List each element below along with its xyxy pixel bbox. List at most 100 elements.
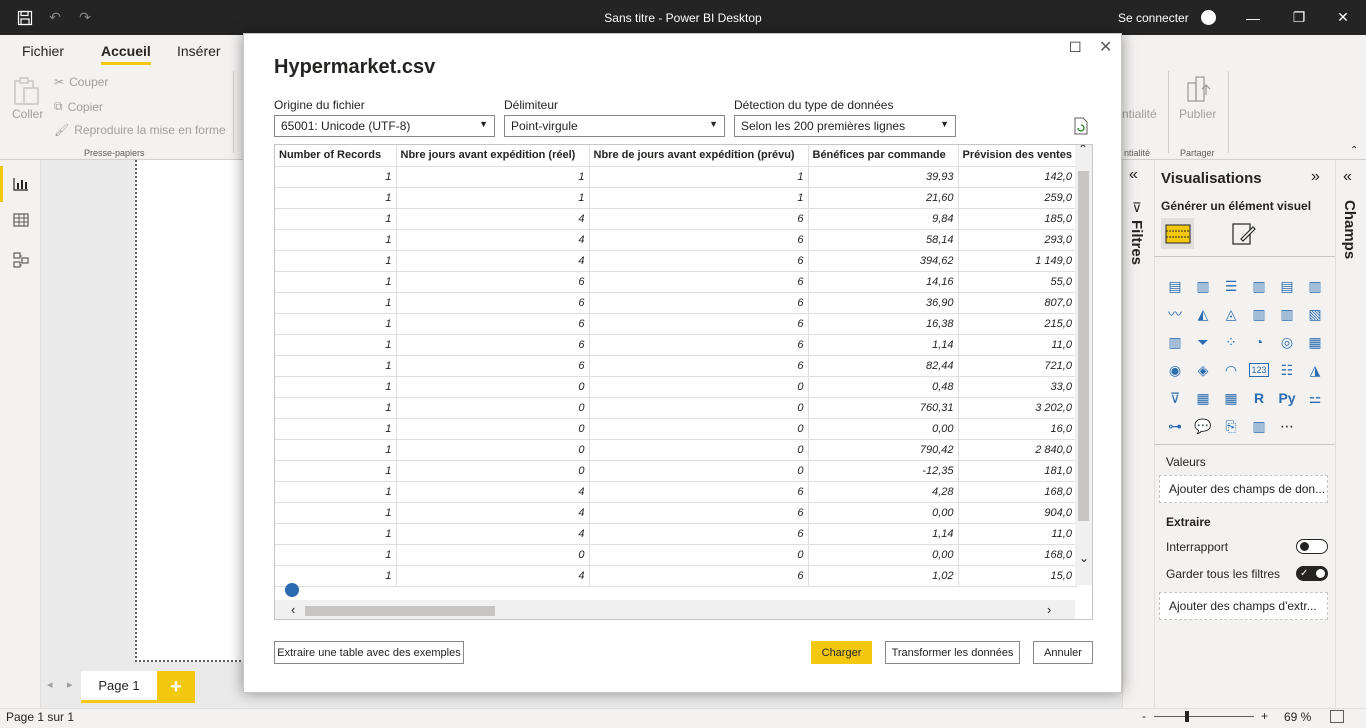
horizontal-scroll-thumb[interactable]	[305, 606, 495, 616]
smart-narrative-icon[interactable]: ▥	[1245, 412, 1273, 440]
next-page-icon[interactable]: ▸	[67, 678, 73, 691]
scroll-up-icon[interactable]: ⌃	[1078, 145, 1088, 156]
data-view-icon[interactable]	[10, 209, 32, 231]
publish-button[interactable]: Publier	[1179, 107, 1216, 121]
file-origin-select[interactable]: 65001: Unicode (UTF-8) ▼	[274, 115, 495, 137]
table-cell: 36,90	[808, 292, 959, 314]
zoom-slider-thumb[interactable]	[1185, 711, 1189, 722]
paste-button[interactable]: Coller	[12, 107, 43, 121]
fields-pane[interactable]: « Champs	[1335, 160, 1366, 708]
waterfall-chart-icon[interactable]: ▥	[1161, 328, 1189, 356]
vertical-scrollbar[interactable]: ⌃	[1075, 145, 1092, 585]
matrix-icon[interactable]: ▦	[1217, 384, 1245, 412]
scatter-chart-icon[interactable]: ⁘	[1217, 328, 1245, 356]
map-icon[interactable]: ◉	[1161, 356, 1189, 384]
scroll-right-icon[interactable]: ›	[1047, 602, 1051, 617]
close-window-icon[interactable]: ✕	[1320, 0, 1366, 35]
ribbon-chart-icon[interactable]: ▧	[1301, 300, 1329, 328]
paginated-report-icon[interactable]: ⎘	[1217, 412, 1245, 440]
keep-filters-toggle[interactable]: ✓	[1296, 566, 1328, 581]
table-cell: 168,0	[958, 481, 1077, 503]
donut-chart-icon[interactable]: ◎	[1273, 328, 1301, 356]
drillthrough-drop-well[interactable]: Ajouter des champs d'extr...	[1159, 592, 1328, 620]
filled-map-icon[interactable]: ◈	[1189, 356, 1217, 384]
stacked-column-chart-icon[interactable]: ▥	[1189, 272, 1217, 300]
type-detection-select[interactable]: Selon les 200 premières lignes ▼	[734, 115, 956, 137]
refresh-preview-icon[interactable]	[1073, 117, 1089, 135]
fit-page-icon[interactable]	[1330, 710, 1344, 723]
card-icon[interactable]: 123	[1249, 363, 1269, 377]
add-page-button[interactable]: +	[157, 671, 195, 703]
funnel-chart-icon[interactable]: ⏷	[1189, 328, 1217, 356]
maximize-icon[interactable]: ❐	[1276, 0, 1322, 35]
cut-button[interactable]: ✂ Couper	[54, 75, 108, 89]
build-visual-tab[interactable]	[1161, 218, 1194, 249]
delimiter-label: Délimiteur	[504, 98, 559, 112]
more-visuals-icon[interactable]: ⋯	[1273, 412, 1301, 440]
cross-report-toggle[interactable]	[1296, 539, 1328, 554]
close-dialog-icon[interactable]: ✕	[1099, 37, 1112, 57]
tab-fichier[interactable]: Fichier	[22, 43, 64, 59]
extract-table-button[interactable]: Extraire une table avec des exemples	[274, 641, 464, 664]
copy-button[interactable]: ⧉ Copier	[54, 99, 103, 114]
transform-data-button[interactable]: Transformer les données	[885, 641, 1020, 664]
cancel-button[interactable]: Annuler	[1033, 641, 1093, 664]
gauge-icon[interactable]: ◠	[1217, 356, 1245, 384]
preview-grid[interactable]: Number of Records Nbre jours avant expédi…	[274, 144, 1093, 620]
100-column-chart-icon[interactable]: ▥	[1301, 272, 1329, 300]
slicer-icon[interactable]: ⊽	[1161, 384, 1189, 412]
table-row: 1 4 6 0,00 904,0	[275, 502, 1077, 524]
values-drop-well[interactable]: Ajouter des champs de don...	[1159, 475, 1328, 503]
delimiter-select[interactable]: Point-virgule ▼	[504, 115, 725, 137]
area-chart-icon[interactable]: ◭	[1189, 300, 1217, 328]
multi-row-card-icon[interactable]: ☷	[1273, 356, 1301, 384]
python-visual-icon[interactable]: Py	[1273, 384, 1301, 412]
sensitivity-button[interactable]: ntialité	[1122, 107, 1157, 121]
format-visual-tab[interactable]	[1229, 220, 1259, 248]
100-bar-chart-icon[interactable]: ▤	[1273, 272, 1301, 300]
signin-button[interactable]: Se connecter	[1118, 0, 1228, 35]
tab-accueil[interactable]: Accueil	[101, 43, 151, 65]
minimize-icon[interactable]: —	[1230, 0, 1276, 35]
tab-inserer[interactable]: Insérer	[177, 43, 221, 59]
scroll-down-icon[interactable]: ⌄	[1079, 551, 1089, 565]
qa-icon[interactable]: 💬	[1189, 412, 1217, 440]
load-button[interactable]: Charger	[811, 641, 872, 664]
pie-chart-icon[interactable]: ◔	[1245, 328, 1273, 356]
clustered-column-chart-icon[interactable]: ▥	[1245, 272, 1273, 300]
treemap-icon[interactable]: ▦	[1301, 328, 1329, 356]
zoom-in-button[interactable]: +	[1261, 709, 1268, 723]
clustered-bar-chart-icon[interactable]: ☰	[1217, 272, 1245, 300]
line-chart-icon[interactable]: 〰	[1161, 300, 1189, 328]
collapse-filters-icon[interactable]: «	[1129, 166, 1138, 184]
zoom-out-button[interactable]: -	[1142, 709, 1146, 723]
decomposition-tree-icon[interactable]: ⊶	[1161, 412, 1189, 440]
expand-visualizations-icon[interactable]: »	[1311, 168, 1320, 186]
format-painter-button[interactable]: 🖌 Reproduire la mise en forme	[54, 123, 226, 137]
page-tab[interactable]: Page 1	[81, 671, 157, 703]
report-view-icon[interactable]	[10, 173, 32, 195]
zoom-slider[interactable]	[1154, 716, 1254, 717]
line-column-chart-icon[interactable]: ▥	[1245, 300, 1273, 328]
collapse-fields-icon[interactable]: «	[1343, 168, 1352, 186]
kpi-icon[interactable]: ◮	[1301, 356, 1329, 384]
r-visual-icon[interactable]: R	[1245, 384, 1273, 412]
table-row: 1 6 6 82,44 721,0	[275, 355, 1077, 377]
horizontal-scrollbar[interactable]: ‹ ›	[275, 600, 1075, 619]
prev-page-icon[interactable]: ◂	[47, 678, 53, 691]
stacked-area-chart-icon[interactable]: ◬	[1217, 300, 1245, 328]
vertical-scroll-thumb[interactable]	[1078, 171, 1089, 521]
redo-icon[interactable]: ↷	[62, 0, 108, 35]
paste-icon[interactable]	[12, 75, 44, 107]
scroll-left-icon[interactable]: ‹	[291, 602, 295, 617]
table-cell: 1	[275, 355, 397, 377]
collapse-ribbon-icon[interactable]: ⌃	[1350, 145, 1358, 156]
stacked-bar-chart-icon[interactable]: ▤	[1161, 272, 1189, 300]
maximize-dialog-icon[interactable]: ☐	[1069, 39, 1082, 56]
model-view-icon[interactable]	[10, 249, 32, 271]
publish-icon[interactable]	[1186, 75, 1212, 103]
table-icon[interactable]: ▦	[1189, 384, 1217, 412]
line-stacked-column-icon[interactable]: ▥	[1273, 300, 1301, 328]
filters-pane[interactable]: « ⊽ Filtres	[1122, 160, 1154, 708]
key-influencers-icon[interactable]: ⚍	[1301, 384, 1329, 412]
